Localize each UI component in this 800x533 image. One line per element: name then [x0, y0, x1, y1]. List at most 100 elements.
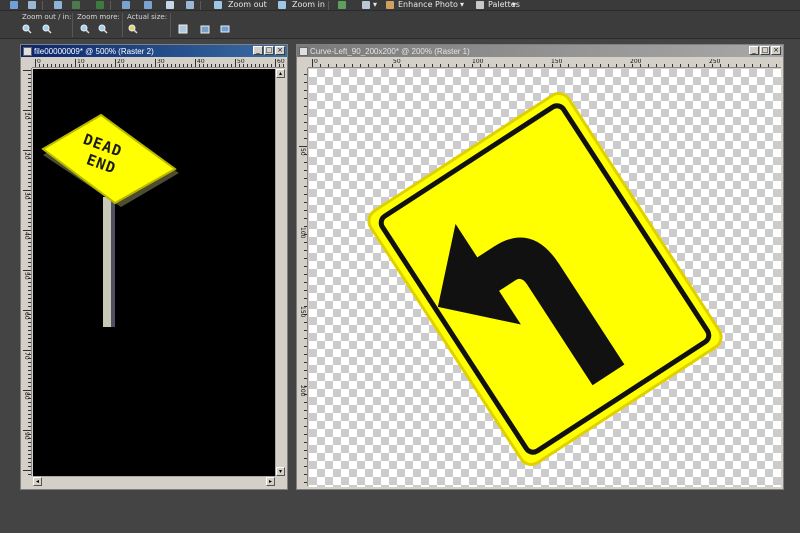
document-icon — [299, 46, 308, 56]
ruler-tick — [95, 64, 96, 67]
ruler-tick — [28, 218, 31, 219]
ruler-tick — [624, 64, 625, 67]
palettes-icon[interactable] — [476, 1, 484, 9]
ruler-tick — [28, 378, 31, 379]
fit-screen-icon[interactable] — [220, 24, 230, 34]
zoom-out-icon[interactable] — [214, 1, 222, 9]
ruler-tick — [263, 64, 264, 67]
scroll-down-button[interactable]: ▾ — [276, 467, 285, 476]
ruler-tick — [584, 64, 585, 67]
ruler-tick — [512, 64, 513, 67]
ruler-tick — [28, 78, 31, 79]
ruler-tick — [28, 126, 31, 127]
ruler-tick — [87, 64, 88, 67]
image-window-title: file00000009* @ 500% (Raster 2) — [34, 46, 154, 56]
view-menu-arrow[interactable]: ▾ — [373, 0, 377, 9]
ruler-tick — [28, 302, 31, 303]
scroll-up-button[interactable]: ▴ — [276, 69, 285, 78]
view-menu-icon[interactable] — [362, 1, 370, 9]
ruler-tick — [147, 64, 148, 67]
zoom-in-icon[interactable] — [278, 1, 286, 9]
close-button[interactable]: × — [275, 46, 285, 55]
close-button[interactable]: × — [771, 46, 781, 55]
ruler-tick — [187, 64, 188, 67]
minimize-button[interactable]: _ — [749, 46, 759, 55]
image-canvas[interactable] — [309, 69, 781, 487]
ruler-tick — [211, 64, 212, 67]
ruler-tick — [28, 386, 31, 387]
ruler-tick — [28, 374, 31, 375]
ruler-tick — [28, 210, 31, 211]
ruler-tick — [28, 458, 31, 459]
ruler-tick — [304, 282, 307, 283]
zoom-more-out-icon[interactable] — [80, 24, 90, 34]
ruler-tick — [28, 322, 31, 323]
ruler-tick — [167, 64, 168, 67]
ruler-tick — [179, 64, 180, 67]
sign-pole-shadow — [111, 197, 115, 327]
zoom-out-button[interactable]: Zoom out — [228, 0, 267, 9]
ruler-tick — [59, 64, 60, 67]
ruler-tick — [768, 64, 769, 67]
print-icon[interactable] — [166, 1, 174, 9]
ruler-tick — [304, 194, 307, 195]
undo-icon[interactable] — [54, 1, 62, 9]
maximize-button[interactable]: □ — [264, 46, 274, 55]
image-window-titlebar[interactable]: file00000009* @ 500% (Raster 2) — [21, 45, 287, 57]
ruler-tick — [175, 64, 176, 67]
ruler-tick — [71, 64, 72, 67]
zoom-more-in-icon[interactable] — [98, 24, 108, 34]
image-window-file00000009[interactable]: file00000009* @ 500% (Raster 2) _ □ × 01… — [20, 44, 288, 490]
image-window-curve-left[interactable]: Curve-Left_90_200x200* @ 200% (Raster 1)… — [296, 44, 784, 490]
save-icon[interactable] — [10, 1, 18, 9]
ruler-tick — [23, 230, 31, 231]
maximize-button[interactable]: □ — [760, 46, 770, 55]
ruler-tick — [28, 178, 31, 179]
browse-icon[interactable] — [338, 1, 346, 9]
toolbar-separator — [110, 1, 111, 10]
palettes-dropdown[interactable]: ▾ — [512, 0, 516, 9]
ruler-tick — [28, 410, 31, 411]
copy-icon[interactable] — [122, 1, 130, 9]
sign-pole — [103, 197, 111, 327]
ruler-tick — [440, 64, 441, 67]
horizontal-scrollbar[interactable]: ◂ ▸ — [33, 476, 275, 486]
ruler-tick — [51, 64, 52, 67]
enhance-photo-icon[interactable] — [386, 1, 394, 9]
zoom-in-button[interactable]: Zoom in — [292, 0, 325, 9]
ruler-tick — [616, 64, 617, 67]
ruler-tick — [704, 64, 705, 67]
paste-icon[interactable] — [144, 1, 152, 9]
minimize-button[interactable]: _ — [253, 46, 263, 55]
ruler-tick — [416, 64, 417, 67]
ruler-tick — [247, 64, 248, 67]
tool-options-separator — [122, 13, 123, 37]
ruler-tick — [496, 64, 497, 67]
actual-size-icon[interactable] — [128, 24, 138, 34]
fit-window-icon[interactable] — [178, 24, 188, 34]
open-icon[interactable] — [28, 1, 36, 9]
image-canvas[interactable]: DEAD END — [33, 69, 275, 476]
ruler-tick — [304, 266, 307, 267]
enhance-photo-dropdown[interactable]: ▾ — [460, 0, 464, 9]
ruler-tick — [23, 190, 31, 191]
ruler-tick — [304, 90, 307, 91]
ruler-tick — [28, 182, 31, 183]
scroll-right-button[interactable]: ▸ — [266, 477, 275, 486]
ruler-tick — [408, 64, 409, 67]
ruler-tick — [47, 64, 48, 67]
enhance-photo-menu[interactable]: Enhance Photo — [398, 0, 458, 9]
redo-icon[interactable] — [72, 1, 80, 9]
toolbar-separator — [200, 1, 201, 10]
vertical-scrollbar[interactable]: ▴ ▾ — [275, 69, 285, 476]
history-icon[interactable] — [96, 1, 104, 9]
ruler-tick — [304, 450, 307, 451]
fit-image-icon[interactable] — [200, 24, 210, 34]
zoom-in-magnifier-icon[interactable] — [42, 24, 52, 34]
ruler-tick — [304, 210, 307, 211]
image-window-titlebar[interactable]: Curve-Left_90_200x200* @ 200% (Raster 1) — [297, 45, 783, 57]
zoom-out-magnifier-icon[interactable] — [22, 24, 32, 34]
ruler-tick — [304, 122, 307, 123]
email-icon[interactable] — [186, 1, 194, 9]
scroll-left-button[interactable]: ◂ — [33, 477, 42, 486]
